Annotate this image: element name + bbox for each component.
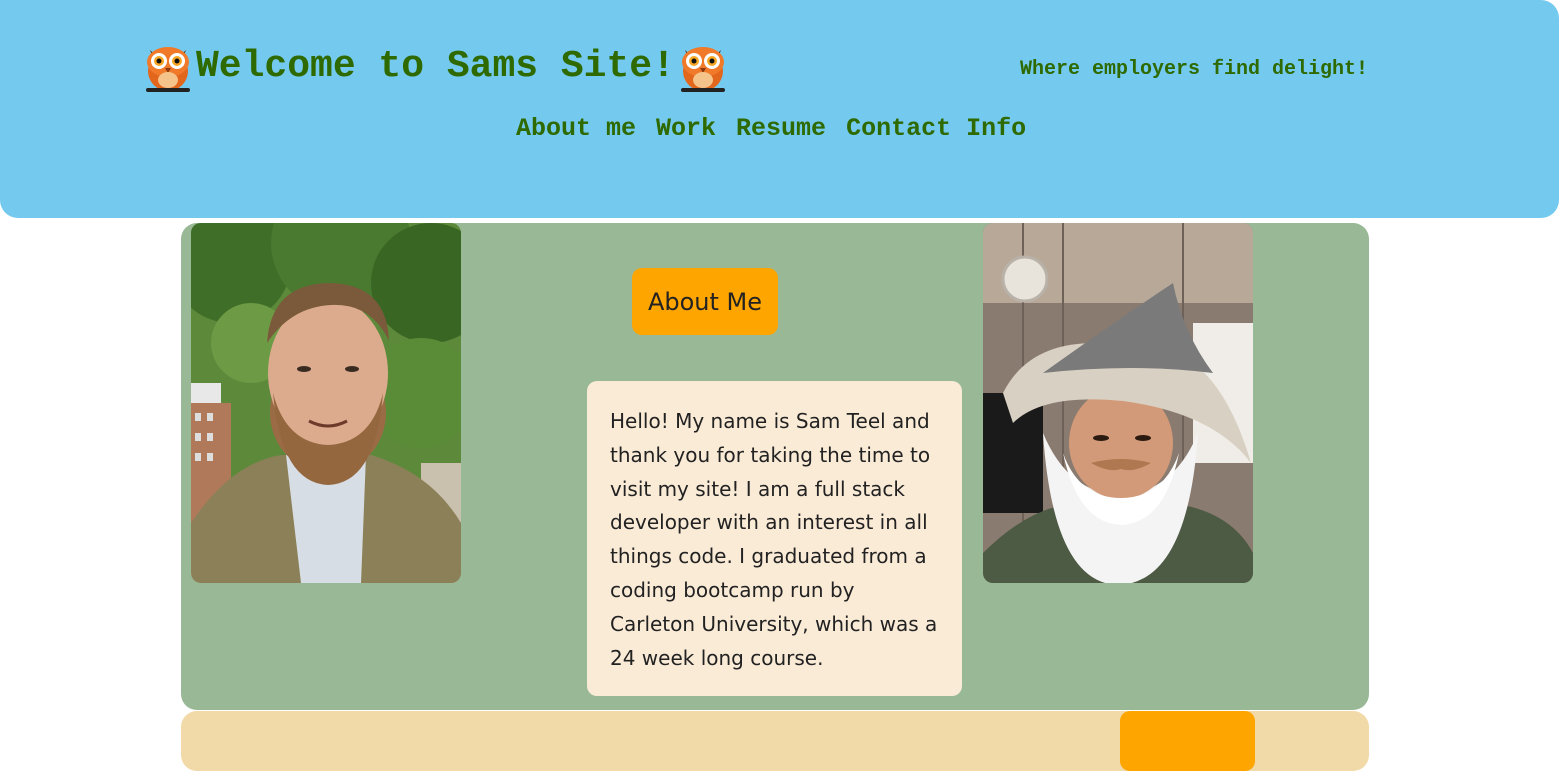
bio-card: Hello! My name is Sam Teel and thank you… xyxy=(587,381,962,696)
profile-photo xyxy=(191,223,461,583)
site-header: Welcome to Sams Site! Where employers fi… xyxy=(0,0,1559,218)
owl-icon xyxy=(680,47,725,92)
nav-contact-info[interactable]: Contact Info xyxy=(846,114,1026,143)
site-tagline: Where employers find delight! xyxy=(1020,58,1369,81)
bio-text: Hello! My name is Sam Teel and thank you… xyxy=(610,409,938,670)
nav-about-me[interactable]: About me xyxy=(516,114,636,143)
about-section: About Me Hello! My name is Sam Teel and … xyxy=(181,223,1369,710)
wizard-photo xyxy=(983,223,1253,583)
next-section-heading[interactable] xyxy=(1120,711,1255,771)
next-section xyxy=(181,711,1369,771)
site-title: Welcome to Sams Site! xyxy=(140,38,731,94)
about-me-heading[interactable]: About Me xyxy=(632,268,778,335)
site-title-text: Welcome to Sams Site! xyxy=(196,44,675,88)
nav-resume[interactable]: Resume xyxy=(736,114,826,143)
owl-icon xyxy=(146,47,190,92)
main-nav: About me Work Resume Contact Info xyxy=(516,114,1026,143)
nav-work[interactable]: Work xyxy=(656,114,716,143)
